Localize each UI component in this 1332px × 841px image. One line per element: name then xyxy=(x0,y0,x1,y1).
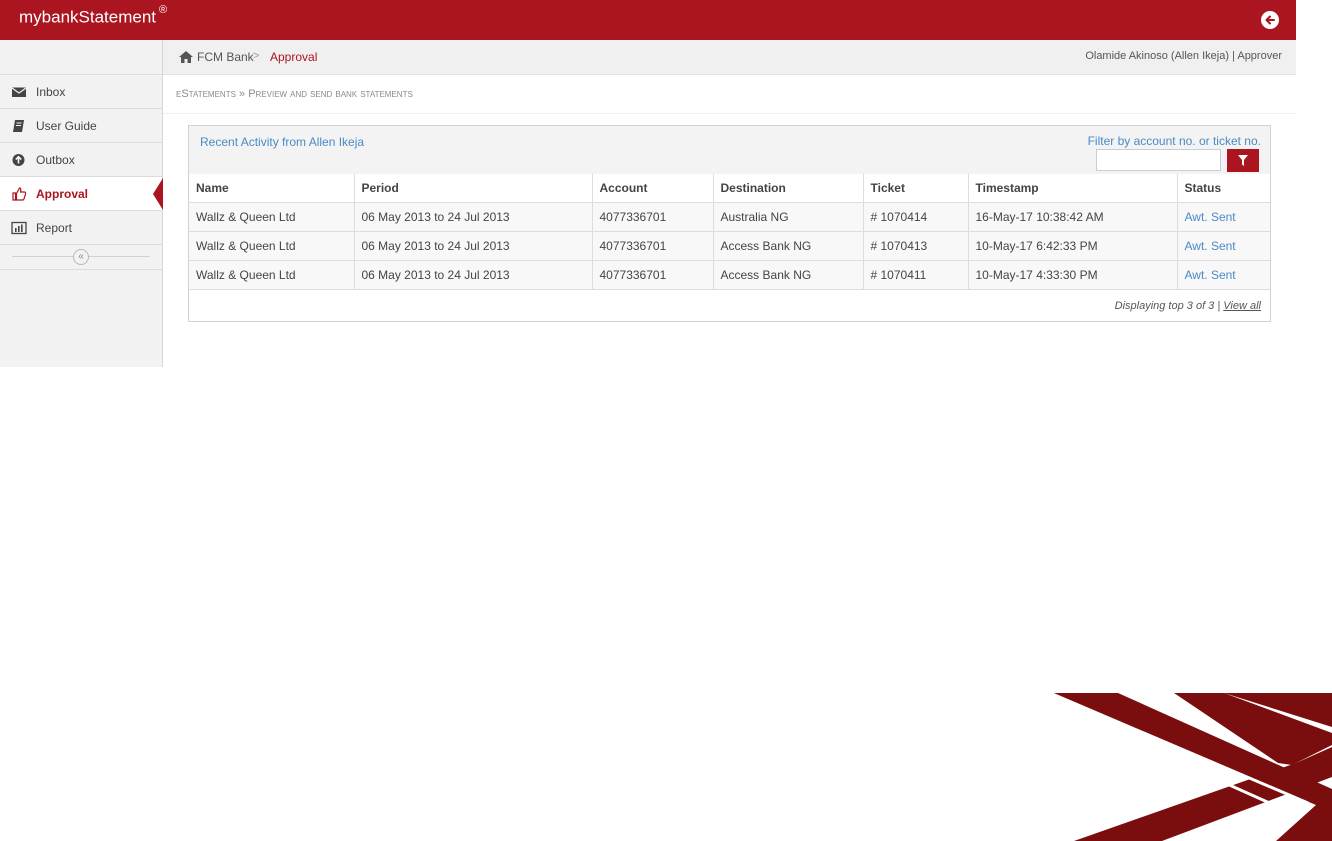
cell-destination: Access Bank NG xyxy=(713,260,864,290)
cell-ticket: # 1070414 xyxy=(863,202,969,232)
table-row[interactable]: Wallz & Queen Ltd 06 May 2013 to 24 Jul … xyxy=(189,231,1270,261)
cell-status: Awt. Sent xyxy=(1177,231,1270,261)
sidebar-item-inbox[interactable]: Inbox xyxy=(0,75,162,109)
bar-chart-icon xyxy=(11,220,27,236)
double-chevron-left-icon[interactable]: « xyxy=(73,249,89,265)
column-header-period[interactable]: Period xyxy=(354,174,593,203)
app-title-text: mybankStatement xyxy=(19,7,157,27)
panel-title: Recent Activity from Allen Ikeja xyxy=(200,135,365,149)
column-header-status[interactable]: Status xyxy=(1177,174,1270,203)
sidebar: Inbox User Guide Outbox Approval Report … xyxy=(0,40,163,367)
column-header-account[interactable]: Account xyxy=(592,174,714,203)
divider xyxy=(163,113,1296,114)
breadcrumb: FCM Bank > Approval Olamide Akinoso (All… xyxy=(163,40,1296,75)
table-header-row: Name Period Account Destination Ticket T… xyxy=(189,174,1270,203)
section-separator: » xyxy=(239,88,246,100)
column-header-timestamp[interactable]: Timestamp xyxy=(968,174,1178,203)
sidebar-item-label: Inbox xyxy=(36,85,66,99)
status-link[interactable]: Awt. Sent xyxy=(1185,239,1236,253)
panel-header: Recent Activity from Allen Ikeja Filter … xyxy=(189,126,1270,175)
column-header-name[interactable]: Name xyxy=(189,174,355,203)
table-row[interactable]: Wallz & Queen Ltd 06 May 2013 to 24 Jul … xyxy=(189,260,1270,290)
home-icon[interactable] xyxy=(178,50,194,64)
arrow-up-circle-icon xyxy=(11,152,27,168)
sidebar-collapse: « xyxy=(0,245,162,270)
sidebar-item-user-guide[interactable]: User Guide xyxy=(0,109,162,143)
sidebar-item-label: Approval xyxy=(36,187,89,201)
cell-ticket: # 1070411 xyxy=(863,260,969,290)
arrow-left-circle-icon xyxy=(1265,15,1275,25)
column-header-ticket[interactable]: Ticket xyxy=(863,174,969,203)
cell-account: 4077336701 xyxy=(592,260,714,290)
table-row[interactable]: Wallz & Queen Ltd 06 May 2013 to 24 Jul … xyxy=(189,202,1270,232)
page-title: eStatements » Preview and send bank stat… xyxy=(176,88,413,100)
cell-period: 06 May 2013 to 24 Jul 2013 xyxy=(354,202,593,232)
sidebar-item-label: User Guide xyxy=(36,119,97,133)
section-subtitle: Preview and send bank statements xyxy=(248,88,413,100)
brand-logo-mark xyxy=(1046,693,1332,841)
top-bar: mybankStatement ® xyxy=(0,0,1296,40)
cell-destination: Access Bank NG xyxy=(713,231,864,261)
footer-separator: | xyxy=(1217,300,1221,312)
sidebar-item-outbox[interactable]: Outbox xyxy=(0,143,162,177)
cell-account: 4077336701 xyxy=(592,202,714,232)
sidebar-header xyxy=(0,40,162,75)
cell-status: Awt. Sent xyxy=(1177,202,1270,232)
column-header-destination[interactable]: Destination xyxy=(713,174,864,203)
filter-icon xyxy=(1238,155,1248,166)
sidebar-item-report[interactable]: Report xyxy=(0,211,162,245)
filter-button[interactable] xyxy=(1227,149,1259,172)
section-title: eStatements xyxy=(176,88,236,100)
cell-period: 06 May 2013 to 24 Jul 2013 xyxy=(354,231,593,261)
result-count: Displaying top 3 of 3 xyxy=(1114,300,1215,312)
user-info: Olamide Akinoso (Allen Ikeja) | Approver xyxy=(1085,50,1282,62)
breadcrumb-current: Approval xyxy=(270,50,318,64)
breadcrumb-separator: > xyxy=(253,50,260,62)
activity-table: Name Period Account Destination Ticket T… xyxy=(189,174,1270,290)
sidebar-item-approval[interactable]: Approval xyxy=(0,177,163,211)
back-button[interactable] xyxy=(1261,11,1279,29)
cell-name: Wallz & Queen Ltd xyxy=(189,202,355,232)
recent-activity-panel: Recent Activity from Allen Ikeja Filter … xyxy=(188,125,1271,322)
status-link[interactable]: Awt. Sent xyxy=(1185,268,1236,282)
envelope-icon xyxy=(11,84,27,100)
cell-period: 06 May 2013 to 24 Jul 2013 xyxy=(354,260,593,290)
cell-name: Wallz & Queen Ltd xyxy=(189,231,355,261)
sidebar-item-label: Report xyxy=(36,221,73,235)
sidebar-item-label: Outbox xyxy=(36,153,75,167)
filter-label: Filter by account no. or ticket no. xyxy=(1087,134,1261,148)
view-all-link[interactable]: View all xyxy=(1223,300,1261,312)
filter-input[interactable] xyxy=(1096,149,1221,171)
cell-account: 4077336701 xyxy=(592,231,714,261)
breadcrumb-root-link[interactable]: FCM Bank xyxy=(197,50,254,64)
cell-name: Wallz & Queen Ltd xyxy=(189,260,355,290)
active-indicator xyxy=(153,178,163,210)
cell-timestamp: 16-May-17 10:38:42 AM xyxy=(968,202,1178,232)
cell-status: Awt. Sent xyxy=(1177,260,1270,290)
thumbs-up-icon xyxy=(11,186,27,202)
cell-timestamp: 10-May-17 6:42:33 PM xyxy=(968,231,1178,261)
app-title: mybankStatement ® xyxy=(19,4,168,28)
status-link[interactable]: Awt. Sent xyxy=(1185,210,1236,224)
cell-destination: Australia NG xyxy=(713,202,864,232)
cell-timestamp: 10-May-17 4:33:30 PM xyxy=(968,260,1178,290)
cell-ticket: # 1070413 xyxy=(863,231,969,261)
table-footer: Displaying top 3 of 3 | View all xyxy=(1115,300,1261,312)
registered-mark: ® xyxy=(159,4,168,16)
book-icon xyxy=(11,118,27,134)
